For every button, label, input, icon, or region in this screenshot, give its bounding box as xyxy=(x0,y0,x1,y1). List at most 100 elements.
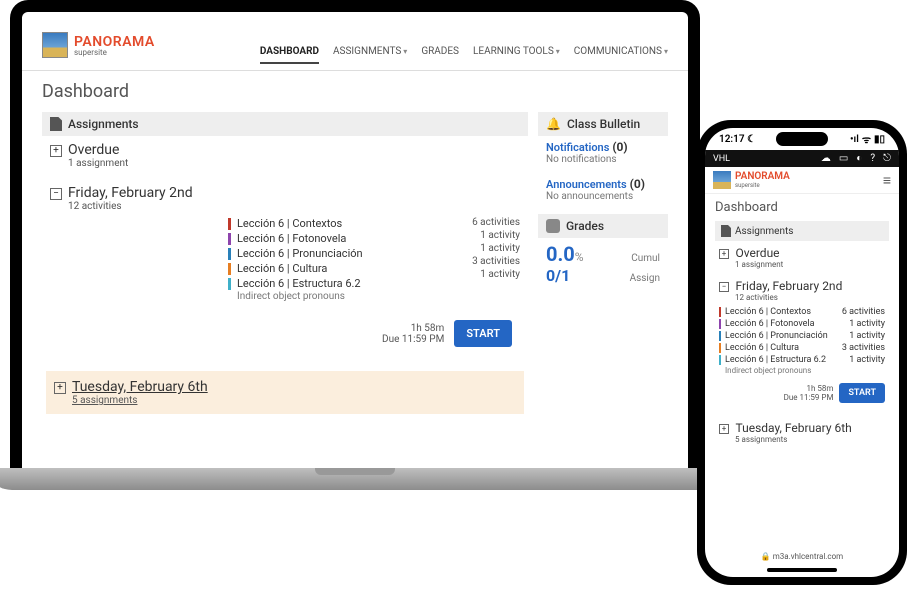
mobile-brand: PANORAMA supersite ≡ xyxy=(705,167,899,194)
tuesday-title[interactable]: Tuesday, February 6th xyxy=(735,421,851,435)
time-remaining: 1h 58m xyxy=(784,384,834,393)
cloud-icon[interactable]: ☁ xyxy=(821,153,831,164)
friday-activity-counts: 6 activities 1 activity 1 activity 3 act… xyxy=(450,216,520,302)
main-nav: DASHBOARD ASSIGNMENTS GRADES LEARNING TO… xyxy=(260,46,668,64)
document-icon xyxy=(50,117,62,131)
overdue-sub: 1 assignment xyxy=(735,260,885,269)
tuesday-sub[interactable]: 5 assignments xyxy=(72,395,516,406)
friday-title[interactable]: Friday, February 2nd xyxy=(735,279,842,293)
expand-overdue[interactable]: + xyxy=(50,145,62,157)
home-indicator[interactable] xyxy=(767,568,837,572)
grades-header: Grades xyxy=(538,214,668,238)
laptop-bezel: PANORAMA supersite DASHBOARD ASSIGNMENTS… xyxy=(10,0,700,468)
activity-count: 1 activity xyxy=(450,242,520,255)
activity-count: 3 activities xyxy=(450,255,520,268)
brand-subtitle: supersite xyxy=(735,182,790,189)
side-column: Class Bulletin Notifications (0) No noti… xyxy=(538,112,668,414)
bulletin-header-label: Class Bulletin xyxy=(567,117,640,131)
lesson-row[interactable]: Lección 6 | Fotonovela1 activity xyxy=(719,318,885,330)
desktop-app: PANORAMA supersite DASHBOARD ASSIGNMENTS… xyxy=(22,32,688,414)
dynamic-island xyxy=(776,132,828,146)
grade-cumul-label: Cumul xyxy=(631,253,660,264)
mobile-appbar: VHL ☁ ▭ ◐ ? ⎋ xyxy=(705,150,899,167)
lesson-label: Lección 6 | Estructura 6.2 xyxy=(237,277,361,290)
nav-communications[interactable]: COMMUNICATIONS xyxy=(574,46,668,64)
lesson-label: Lección 6 | Cultura xyxy=(237,262,327,275)
screen-icon[interactable]: ▭ xyxy=(839,153,848,164)
activity-count: 3 activities xyxy=(842,343,885,353)
activity-count: 1 activity xyxy=(849,331,885,341)
expand-overdue[interactable]: + xyxy=(719,249,729,259)
brand-name: PANORAMA xyxy=(735,171,790,182)
signal-icon: •ıl xyxy=(850,134,859,145)
lesson-row[interactable]: Lección 6 | Estructura 6.21 activity xyxy=(719,354,885,366)
notifications-label[interactable]: Notifications xyxy=(546,141,609,154)
grade-icon xyxy=(546,219,560,233)
start-button[interactable]: START xyxy=(839,383,885,403)
lesson-row[interactable]: Lección 6 | Estructura 6.2 xyxy=(228,276,450,291)
laptop-base xyxy=(0,468,718,490)
document-icon xyxy=(721,225,731,237)
divider xyxy=(22,70,688,71)
assignments-header: Assignments xyxy=(42,112,528,136)
lesson-row[interactable]: Lección 6 | Cultura3 activities xyxy=(719,342,885,354)
overdue-title[interactable]: Overdue xyxy=(735,246,779,260)
lesson-row[interactable]: Lección 6 | Fotonovela xyxy=(228,231,450,246)
app-label: VHL xyxy=(713,154,730,164)
lesson-label: Lección 6 | Pronunciación xyxy=(237,247,363,260)
brand-logo xyxy=(713,171,731,189)
friday-sub: 12 activities xyxy=(68,201,520,212)
start-button[interactable]: START xyxy=(454,320,512,347)
assignments-panel: Assignments + Overdue 1 assignment xyxy=(42,112,528,414)
due-time: Due 11:59 PM xyxy=(382,334,444,345)
logout-icon[interactable]: ⎋ xyxy=(883,153,891,164)
hamburger-icon[interactable]: ≡ xyxy=(883,172,891,189)
phone-frame: 12:17 ☾ •ıl ᯤ ▮▯ VHL ☁ ▭ ◐ ? ⎋ PANORAMA … xyxy=(697,120,907,585)
nav-grades[interactable]: GRADES xyxy=(421,46,459,64)
lesson-subtopic: Indirect object pronouns xyxy=(725,366,885,375)
start-meta: 1h 58m Due 11:59 PM xyxy=(382,323,444,345)
announcements-label[interactable]: Announcements xyxy=(546,178,627,191)
help-icon[interactable]: ? xyxy=(870,153,875,164)
lesson-label: Lección 6 | Contextos xyxy=(237,217,342,230)
announcements-sub: No announcements xyxy=(546,191,660,202)
group-tuesday: + Tuesday, February 6th 5 assignments xyxy=(46,371,524,414)
phone-statusbar: 12:17 ☾ •ıl ᯤ ▮▯ xyxy=(705,128,899,150)
overdue-title[interactable]: Overdue xyxy=(68,142,119,158)
bulletin-header: Class Bulletin xyxy=(538,112,668,136)
expand-tuesday[interactable]: + xyxy=(719,424,729,434)
start-meta: 1h 58m Due 11:59 PM xyxy=(784,384,834,402)
notifications-section: Notifications (0) No notifications xyxy=(538,136,668,173)
activity-count: 6 activities xyxy=(842,307,885,317)
lesson-row[interactable]: Lección 6 | Pronunciación xyxy=(228,246,450,261)
grades-header-label: Grades xyxy=(566,219,604,233)
group-overdue: + Overdue 1 assignment xyxy=(42,136,528,179)
nav-dashboard[interactable]: DASHBOARD xyxy=(260,46,319,64)
lesson-row[interactable]: Lección 6 | Cultura xyxy=(228,261,450,276)
contrast-icon[interactable]: ◐ xyxy=(856,153,862,164)
lesson-row[interactable]: Lección 6 | Pronunciación1 activity xyxy=(719,330,885,342)
laptop-screen: PANORAMA supersite DASHBOARD ASSIGNMENTS… xyxy=(22,12,688,468)
assignments-header-label: Assignments xyxy=(68,117,139,131)
tuesday-title[interactable]: Tuesday, February 6th xyxy=(72,379,208,395)
status-icons: •ıl ᯤ ▮▯ xyxy=(850,132,885,146)
collapse-friday[interactable]: − xyxy=(719,282,729,292)
expand-tuesday[interactable]: + xyxy=(54,382,66,394)
lesson-subtopic: Indirect object pronouns xyxy=(237,291,450,302)
lesson-row[interactable]: Lección 6 | Contextos xyxy=(228,216,450,231)
activity-count: 1 activity xyxy=(849,355,885,365)
grade-pct: % xyxy=(575,250,584,264)
friday-title[interactable]: Friday, February 2nd xyxy=(68,185,193,201)
nav-assignments[interactable]: ASSIGNMENTS xyxy=(333,46,407,64)
collapse-friday[interactable]: − xyxy=(50,188,62,200)
bell-icon xyxy=(546,117,561,131)
nav-learning-tools[interactable]: LEARNING TOOLS xyxy=(473,46,560,64)
laptop-notch xyxy=(315,0,395,9)
status-time: 12:17 ☾ xyxy=(719,134,756,145)
announcements-section: Announcements (0) No announcements xyxy=(538,173,668,210)
phone-screen: 12:17 ☾ •ıl ᯤ ▮▯ VHL ☁ ▭ ◐ ? ⎋ PANORAMA … xyxy=(705,128,899,577)
laptop-frame: PANORAMA supersite DASHBOARD ASSIGNMENTS… xyxy=(10,0,700,510)
lesson-row[interactable]: Lección 6 | Contextos6 activities xyxy=(719,306,885,318)
activity-count: 1 activity xyxy=(450,268,520,281)
notifications-sub: No notifications xyxy=(546,154,660,165)
